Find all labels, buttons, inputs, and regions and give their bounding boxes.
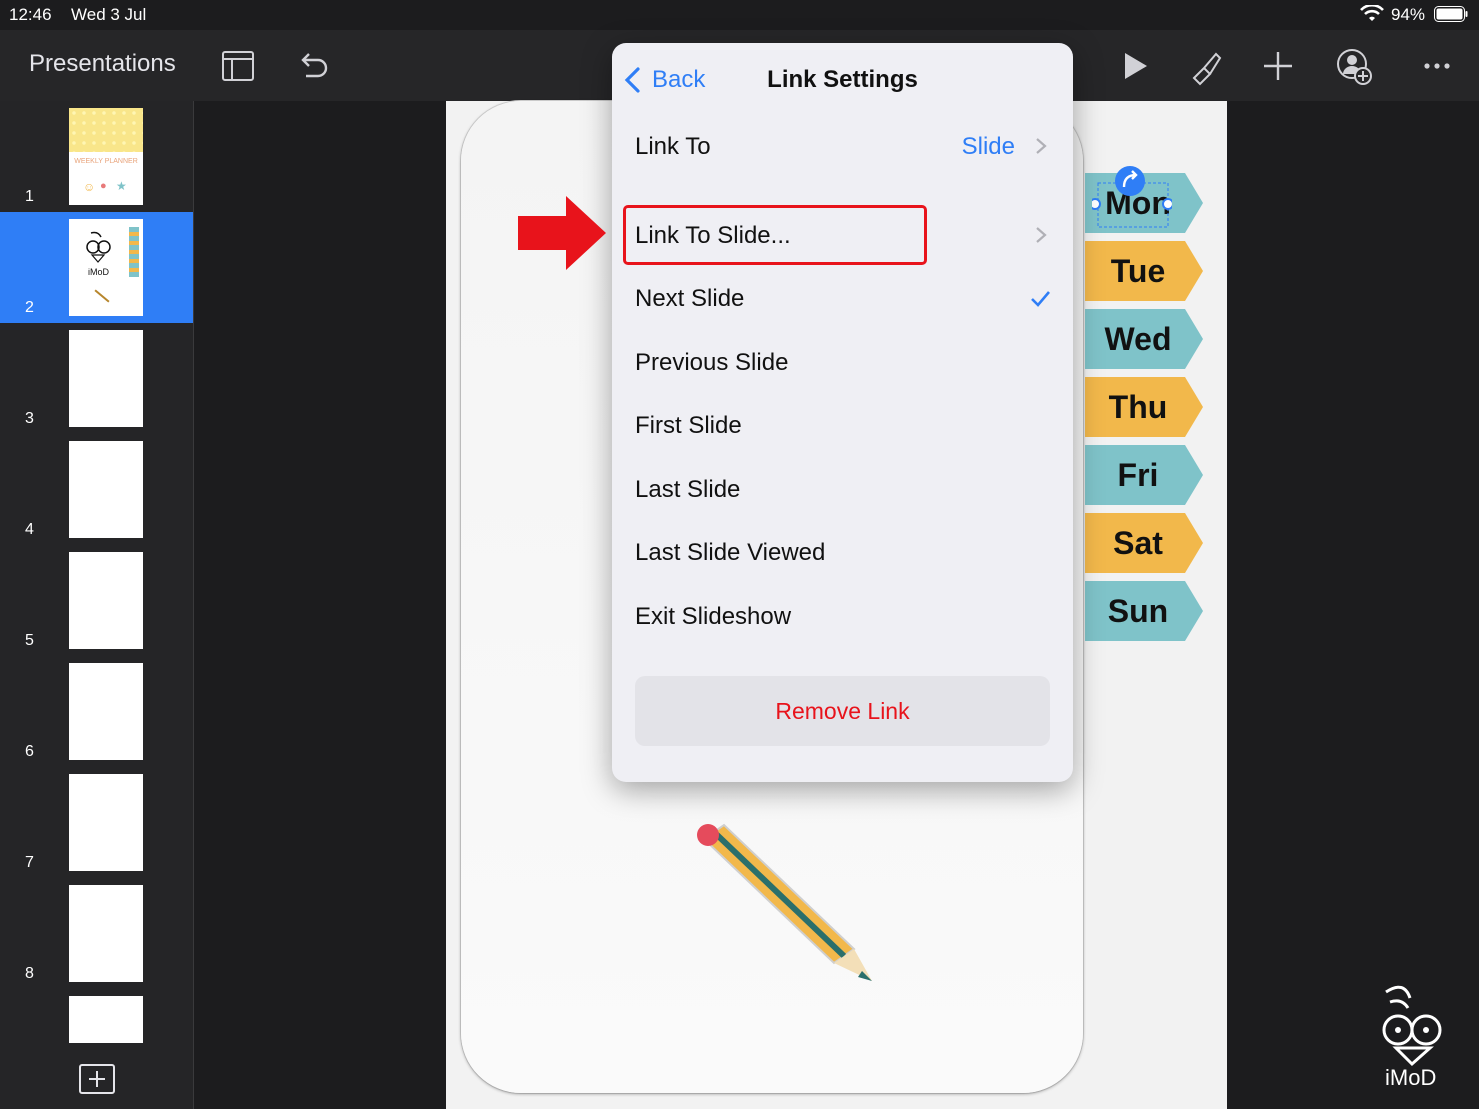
battery-icon [1434,6,1468,22]
day-label: Sat [1113,525,1163,561]
checkmark-icon [1031,291,1050,307]
slide-navigator-icon[interactable] [218,46,258,86]
day-tab-thu[interactable]: Thu [1085,375,1205,439]
link-to-row[interactable]: Link To Slide [612,119,1073,173]
option-label: First Slide [635,412,742,439]
slide-preview [69,774,143,871]
donut-icon: ● [100,180,107,192]
selection-handles[interactable] [1092,163,1172,233]
remove-link-button[interactable]: Remove Link [635,676,1050,746]
smile-icon: ☺ [83,180,96,194]
slide-preview [69,663,143,760]
day-label: Sun [1107,593,1169,629]
chevron-right-icon [1036,227,1047,243]
slide-number: 2 [25,299,34,316]
pencil-illustration [697,823,872,981]
option-label: Last Slide Viewed [635,539,826,566]
add-slide-button[interactable] [79,1064,115,1094]
slide-thumbnail-5[interactable]: 5 [0,545,193,656]
link-to-label: Link To [635,133,711,160]
play-icon[interactable] [1115,46,1155,86]
format-brush-icon[interactable] [1186,46,1226,86]
slide-thumbnail-6[interactable]: 6 [0,656,193,767]
wifi-icon [1360,5,1384,21]
slide-number: 1 [25,188,34,205]
imod-logo-icon [86,231,111,263]
slide-preview: iMoD [69,219,143,316]
day-tab-sat[interactable]: Sat [1085,511,1205,575]
slide-number: 6 [25,743,34,760]
presentations-button[interactable]: Presentations [29,50,176,78]
slide-thumbnail-2[interactable]: iMoD 2 [0,212,193,323]
status-time: 12:46 [9,5,52,24]
option-first-slide[interactable]: First Slide [612,398,1073,452]
slide-preview: WEEKLY PLANNER ☺ ● ★ [69,108,143,205]
option-next-slide[interactable]: Next Slide [612,271,1073,325]
slide-thumbnail-4[interactable]: 4 [0,434,193,545]
option-label: Next Slide [635,285,745,312]
slide-number: 5 [25,632,34,649]
slide-number: 4 [25,521,34,538]
annotation-highlight-box [623,205,927,265]
dot-pattern [69,108,143,152]
status-bar: 12:46 Wed 3 Jul 94% [0,0,1479,30]
status-date: Wed 3 Jul [71,5,147,24]
link-settings-popover: Back Link Settings Link To Slide Link To… [612,43,1073,782]
slide-thumbnail-1[interactable]: WEEKLY PLANNER ☺ ● ★ 1 [0,101,193,212]
day-tab-fri[interactable]: Fri [1085,443,1205,507]
option-label: Last Slide [635,476,741,503]
collaborate-icon[interactable] [1334,46,1374,86]
option-label: Exit Slideshow [635,603,792,630]
slide-number: 3 [25,410,34,427]
day-label: Thu [1108,389,1168,425]
slide-thumbnail-7[interactable]: 7 [0,767,193,878]
day-label: Wed [1104,321,1172,357]
slide-thumbnail-8[interactable]: 8 [0,878,193,989]
thumb-title: WEEKLY PLANNER [74,158,138,165]
option-previous-slide[interactable]: Previous Slide [612,335,1073,389]
day-tab-wed[interactable]: Wed [1085,307,1205,371]
add-icon[interactable] [1258,46,1298,86]
popover-title: Link Settings [767,66,918,93]
option-exit-slideshow[interactable]: Exit Slideshow [612,589,1073,643]
battery-percent: 94% [1391,5,1426,24]
more-icon[interactable] [1417,46,1457,86]
slide-preview [69,330,143,427]
day-tab-tue[interactable]: Tue [1085,239,1205,303]
chevron-right-icon [1036,138,1047,154]
day-label: Fri [1117,457,1159,493]
link-to-value: Slide [961,133,1015,160]
day-label: Tue [1110,253,1166,289]
pencil-icon [94,289,110,303]
option-label: Previous Slide [635,349,789,376]
undo-icon[interactable] [292,46,332,86]
watermark-text: iMoD [1385,1065,1437,1090]
slide-preview [69,996,143,1043]
slide-preview [69,441,143,538]
thumb-day-tabs [129,227,139,277]
thumb-logo-text: iMoD [88,267,110,277]
slide-number: 8 [25,965,34,982]
slide-preview [69,885,143,982]
option-last-slide[interactable]: Last Slide [612,462,1073,516]
option-last-slide-viewed[interactable]: Last Slide Viewed [612,525,1073,579]
star-icon: ★ [116,179,127,193]
day-tab-sun[interactable]: Sun [1085,579,1205,643]
slide-navigator: WEEKLY PLANNER ☺ ● ★ 1 iMoD 2 3 4 5 6 7 … [0,101,194,1109]
slide-number: 7 [25,854,34,871]
slide-thumbnail-9-partial[interactable] [0,989,193,1047]
red-arrow-icon [518,196,606,270]
slide-thumbnail-3[interactable]: 3 [0,323,193,434]
slide-preview [69,552,143,649]
